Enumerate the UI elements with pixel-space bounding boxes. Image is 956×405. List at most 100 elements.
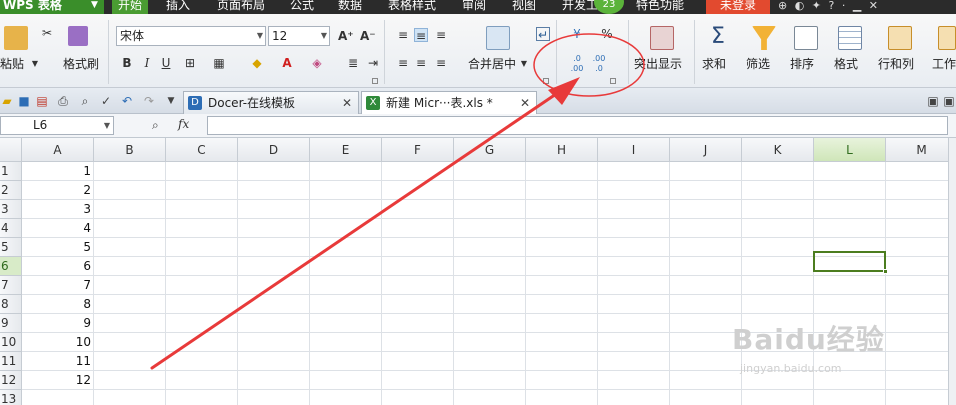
filter-button[interactable]: 筛选	[746, 55, 770, 72]
font-name-select[interactable]: 宋体 ▼	[116, 26, 266, 46]
paste-button[interactable]: 粘贴	[0, 55, 24, 72]
column-header-j[interactable]: J	[670, 138, 742, 162]
login-button[interactable]: 未登录	[706, 0, 770, 14]
cell-a3[interactable]: 3	[23, 200, 93, 219]
tab-data[interactable]: 数据	[338, 0, 362, 14]
column-header-l[interactable]: L	[814, 138, 886, 162]
formula-input[interactable]	[207, 116, 948, 135]
clear-format-icon[interactable]: ◈	[310, 56, 324, 70]
tab-page-layout[interactable]: 页面布局	[217, 0, 265, 14]
column-header-d[interactable]: D	[238, 138, 310, 162]
zoom-search-icon[interactable]: ⌕	[152, 118, 159, 133]
fill-handle[interactable]	[883, 269, 888, 274]
column-header-c[interactable]: C	[166, 138, 238, 162]
tab-table-styles[interactable]: 表格样式	[388, 0, 436, 14]
decrease-font-icon[interactable]: A⁻	[360, 29, 376, 43]
row-header-9[interactable]: 9	[0, 314, 22, 333]
merge-center-button[interactable]: 合并居中	[468, 55, 516, 72]
window-control-icons[interactable]: ⊕ ◐ ✦ ? · ▁ ✕	[778, 0, 880, 14]
folder-icon[interactable]: ▰	[0, 94, 14, 108]
row-header-12[interactable]: 12	[0, 371, 22, 390]
tab-formulas[interactable]: 公式	[290, 0, 314, 14]
chevron-down-icon[interactable]: ▼	[28, 57, 42, 71]
cell-a4[interactable]: 4	[23, 219, 93, 238]
cell-a5[interactable]: 5	[23, 238, 93, 257]
restore-icon[interactable]: ▣	[942, 94, 956, 108]
column-header-h[interactable]: H	[526, 138, 598, 162]
cell-style-icon[interactable]: ▦	[212, 56, 226, 70]
print-icon[interactable]: ⎙	[56, 94, 70, 108]
number-dialog-launcher[interactable]	[610, 78, 616, 84]
chevron-down-icon[interactable]: ▼	[164, 94, 178, 108]
paste-icon[interactable]	[4, 26, 28, 50]
insert-function-button[interactable]: fx	[178, 117, 189, 131]
merge-center-icon[interactable]	[486, 26, 510, 50]
cell-a1[interactable]: 1	[23, 162, 93, 181]
indent-icon[interactable]: ≣	[346, 56, 360, 70]
cell-a11[interactable]: 11	[23, 352, 93, 371]
cell-a9[interactable]: 9	[23, 314, 93, 333]
name-box[interactable]: L6 ▼	[0, 116, 114, 135]
row-header-5[interactable]: 5	[0, 238, 22, 257]
align-center-icon[interactable]: ≡	[414, 56, 428, 70]
increase-decimal-button[interactable]: .0 .00	[568, 54, 586, 74]
column-header-g[interactable]: G	[454, 138, 526, 162]
rows-columns-icon[interactable]	[888, 26, 912, 50]
row-header-4[interactable]: 4	[0, 219, 22, 238]
rows-columns-button[interactable]: 行和列	[878, 55, 914, 72]
conditional-format-button[interactable]: 突出显示	[634, 55, 682, 72]
format-icon[interactable]	[838, 26, 862, 50]
wrap-icon[interactable]: ↵	[536, 27, 550, 42]
worksheet-button[interactable]: 工作	[932, 55, 956, 72]
column-header-k[interactable]: K	[742, 138, 814, 162]
fill-color-icon[interactable]: ◆	[250, 56, 264, 70]
font-color-icon[interactable]: A	[280, 56, 294, 70]
save-icon[interactable]: ■	[17, 94, 31, 108]
redo-icon[interactable]: ↷	[142, 94, 156, 108]
tab-view[interactable]: 视图	[512, 0, 536, 14]
tab-special-features[interactable]: 特色功能	[636, 0, 684, 14]
cell-a8[interactable]: 8	[23, 295, 93, 314]
select-all-corner[interactable]	[0, 138, 22, 162]
row-header-10[interactable]: 10	[0, 333, 22, 352]
spellcheck-icon[interactable]: ✓	[99, 94, 113, 108]
vertical-scrollbar[interactable]	[948, 138, 956, 405]
wrap-text-icon[interactable]: ⇥	[366, 56, 380, 70]
column-header-a[interactable]: A	[22, 138, 94, 162]
align-top-icon[interactable]: ≡	[396, 28, 410, 42]
filter-icon[interactable]	[752, 26, 776, 50]
column-header-e[interactable]: E	[310, 138, 382, 162]
borders-icon[interactable]: ⊞	[183, 56, 197, 70]
tab-home[interactable]: 开始	[112, 0, 149, 14]
active-cell-indicator[interactable]	[813, 251, 888, 274]
format-painter-button[interactable]: 格式刷	[63, 55, 99, 72]
tab-workbook[interactable]: X 新建 Micr···表.xls * ✕	[361, 91, 537, 114]
alignment-dialog-launcher[interactable]	[543, 78, 549, 84]
font-dialog-launcher[interactable]	[372, 78, 378, 84]
currency-icon[interactable]: ¥	[570, 27, 584, 41]
align-middle-icon[interactable]: ≡	[414, 28, 428, 43]
column-header-m[interactable]: M	[886, 138, 956, 162]
increase-font-icon[interactable]: A⁺	[338, 29, 354, 43]
cut-icon[interactable]: ✂	[40, 26, 54, 40]
chevron-down-icon[interactable]: ▼	[517, 57, 531, 71]
format-button[interactable]: 格式	[834, 55, 858, 72]
sum-button[interactable]: 求和	[702, 55, 726, 72]
sort-button[interactable]: 排序	[790, 55, 814, 72]
cell-a12[interactable]: 12	[23, 371, 93, 390]
bold-button[interactable]: B	[120, 56, 134, 70]
sort-icon[interactable]	[794, 26, 818, 50]
row-header-1[interactable]: 1	[0, 162, 22, 181]
cell-a7[interactable]: 7	[23, 276, 93, 295]
column-header-i[interactable]: I	[598, 138, 670, 162]
column-header-f[interactable]: F	[382, 138, 454, 162]
row-header-3[interactable]: 3	[0, 200, 22, 219]
row-header-6[interactable]: 6	[0, 257, 22, 276]
format-painter-icon[interactable]	[68, 26, 88, 46]
tab-insert[interactable]: 插入	[166, 0, 190, 14]
row-header-2[interactable]: 2	[0, 181, 22, 200]
tile-icon[interactable]: ▣	[926, 94, 940, 108]
print-preview-icon[interactable]: ⌕	[78, 94, 92, 108]
undo-icon[interactable]: ↶	[120, 94, 134, 108]
close-icon[interactable]: ✕	[520, 92, 530, 114]
